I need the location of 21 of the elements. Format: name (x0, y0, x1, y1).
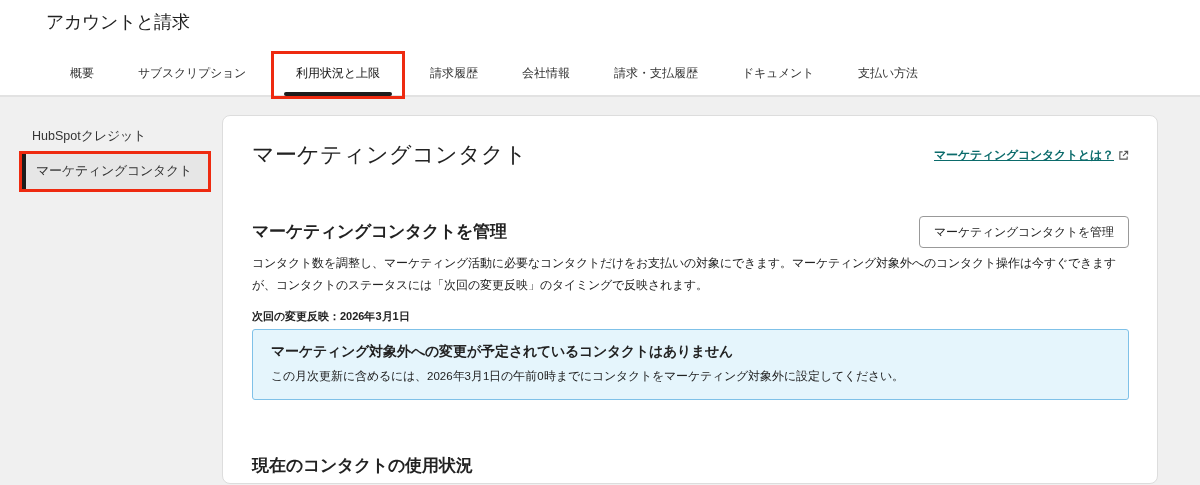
tab[interactable]: 概要 (48, 53, 116, 96)
description-text: コンタクト数を調整し、マーケティング活動に必要なコンタクトだけをお支払いの対象にできます。マーケティング対象外へのコンタクト操作は今すぐできますが、コンタクトのステータスには「次回の変更反映」のタイミングで反映されます。 (252, 255, 1117, 295)
next-change-date: 次回の変更反映：2026年3月1日 (252, 309, 411, 325)
external-link-icon (1118, 149, 1129, 161)
manage-button[interactable]: マーケティングコンタクトを管理 (919, 216, 1129, 249)
tab[interactable]: サブスクリプション (116, 53, 268, 96)
page-title: アカウントと請求 (45, 11, 191, 34)
alert-text: この月次更新に含めるには、2026年3月1日の午前0時までにコンタクトをマーケティング対象外に設定してください。 (271, 369, 905, 385)
tab[interactable]: 利用状況と上限 (274, 53, 402, 96)
sidebar-item[interactable]: マーケティングコンタクト (22, 153, 208, 189)
tab[interactable]: 請求履歴 (408, 53, 500, 96)
alert-title: マーケティング対象外への変更が予定されているコンタクトはありません (271, 342, 734, 361)
section-heading: 現在のコンタクトの使用状況 (252, 456, 474, 477)
sidebar-item[interactable]: HubSpotクレジット (22, 119, 208, 154)
tab[interactable]: 請求・支払履歴 (592, 53, 720, 96)
tab[interactable]: 支払い方法 (836, 53, 940, 96)
tab[interactable]: ドキュメント (720, 53, 836, 96)
tab[interactable]: 会社情報 (500, 53, 592, 96)
section-heading: マーケティングコンタクトを管理 (252, 222, 507, 243)
section-title: マーケティングコンタクト (252, 142, 527, 169)
help-link[interactable]: マーケティングコンタクトとは？ (934, 146, 1114, 164)
